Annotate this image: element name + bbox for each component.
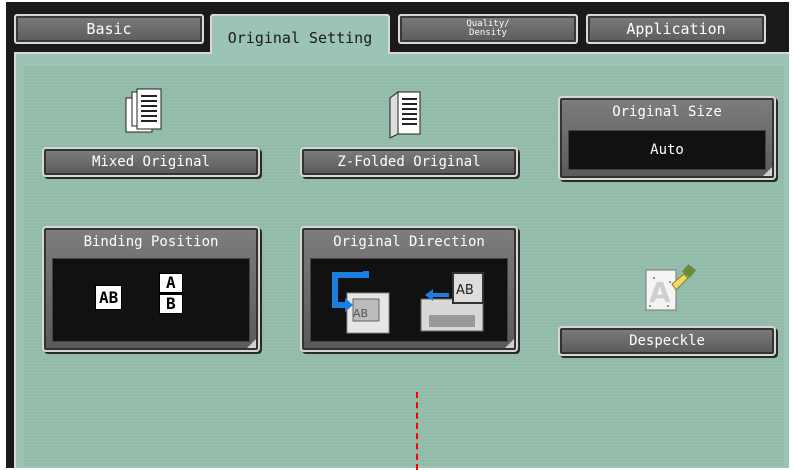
corner-indicator xyxy=(505,339,514,348)
original-size-title: Original Size xyxy=(612,104,722,120)
tab-original-setting-label: Original Setting xyxy=(227,29,373,47)
z-folded-original-button[interactable]: Z-Folded Original xyxy=(300,147,518,177)
despeckle-label: Despeckle xyxy=(629,333,705,349)
original-direction-feed-icon: AB xyxy=(332,271,390,334)
binding-position-title: Binding Position xyxy=(83,234,219,250)
binding-top-b: B xyxy=(159,293,183,314)
binding-left-text: AB xyxy=(95,285,123,310)
binding-top-a: A xyxy=(159,273,183,293)
z-folded-original-label: Z-Folded Original xyxy=(337,154,481,170)
direction-icon-text-2: AB xyxy=(456,283,474,298)
despeckle-button[interactable]: Despeckle xyxy=(558,326,776,356)
despeckle-icon: A xyxy=(645,263,697,311)
tab-basic[interactable]: Basic xyxy=(14,14,204,44)
tab-basic-label: Basic xyxy=(86,20,132,38)
direction-icon-text-1: AB xyxy=(353,307,368,320)
tab-original-setting[interactable]: Original Setting xyxy=(210,14,390,54)
corner-indicator xyxy=(763,167,772,176)
mixed-original-icon xyxy=(125,88,162,133)
mixed-original-button[interactable]: Mixed Original xyxy=(42,147,260,177)
original-direction-title: Original Direction xyxy=(333,234,485,250)
tab-application-label: Application xyxy=(626,20,726,38)
original-direction-button[interactable]: Original Direction AB AB xyxy=(300,226,518,352)
original-size-value: Auto xyxy=(650,142,684,158)
tab-application[interactable]: Application xyxy=(586,14,766,44)
svg-text:A: A xyxy=(649,276,671,309)
original-size-button[interactable]: Original Size Auto xyxy=(558,96,776,180)
binding-left-icon: AB xyxy=(95,285,123,310)
binding-position-well: AB A B xyxy=(52,258,250,342)
binding-position-button[interactable]: Binding Position AB A B xyxy=(42,226,260,352)
corner-indicator xyxy=(247,339,256,348)
tab-quality-density[interactable]: Quality/ Density xyxy=(398,14,578,44)
z-folded-original-icon xyxy=(389,91,421,139)
guide-line xyxy=(416,392,418,470)
original-direction-scanner-icon: AB xyxy=(420,272,484,332)
tab-density-label: Density xyxy=(469,28,507,38)
mixed-original-label: Mixed Original xyxy=(91,154,210,170)
binding-top-icon: A B xyxy=(159,273,183,314)
original-direction-well: AB AB xyxy=(310,258,508,342)
original-size-value-box: Auto xyxy=(568,130,766,170)
